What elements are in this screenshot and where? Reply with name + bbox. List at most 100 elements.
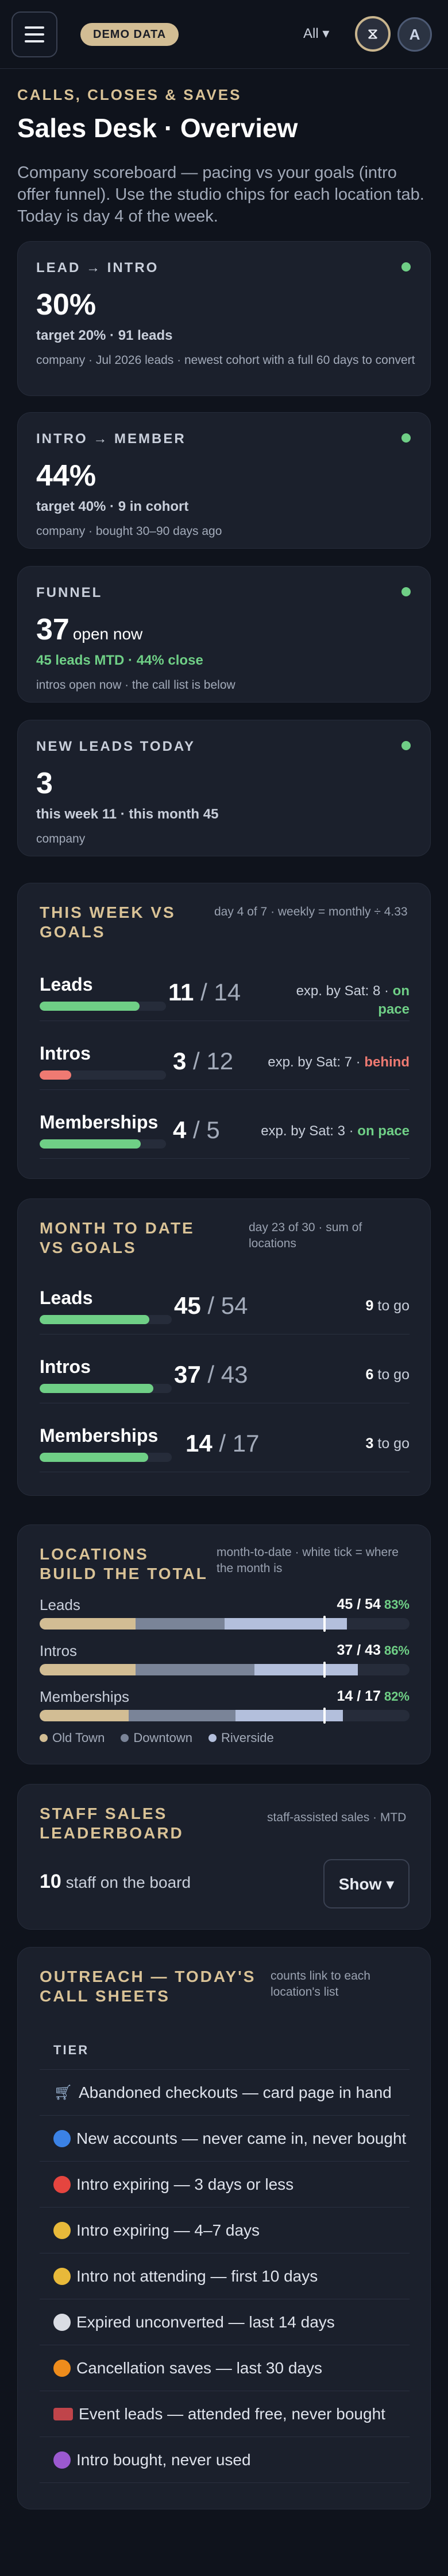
segment-downtown: [128, 1710, 236, 1721]
progress-fill: [40, 1070, 71, 1080]
kpi-target: target 40% · 9 in cohort: [36, 499, 189, 514]
tier-row-event-leads[interactable]: Event leads — attended free, never bough…: [40, 2391, 410, 2437]
section-title: STAFF SALES LEADERBOARD: [40, 1805, 184, 1842]
goal-numbers: 14 / 17: [186, 1430, 260, 1457]
tier-row-cancellation-saves[interactable]: Cancellation saves — last 30 days: [40, 2345, 410, 2391]
kpi-card-funnel: FUNNEL 37 open now 45 leads MTD · 44% clo…: [17, 566, 431, 703]
demo-data-badge: DEMO DATA: [80, 23, 179, 46]
location-filter-dropdown[interactable]: All ▾: [303, 25, 329, 42]
tier-row-intro-expiring-4-7-days[interactable]: Intro expiring — 4–7 days: [40, 2208, 410, 2253]
stacked-bar: [40, 1664, 410, 1675]
progress-bar: [40, 1002, 166, 1011]
kpi-card-lead-intro: LEAD → INTRO 30% target 20% · 91 leads c…: [17, 241, 431, 396]
month-goal-row: Leads 45 / 54 9 to go: [40, 1283, 410, 1334]
avatar[interactable]: A: [397, 17, 432, 52]
location-metric-value: 45 / 54 83%: [337, 1596, 410, 1612]
tier-label: Intro expiring — 3 days or less: [76, 2175, 294, 2193]
kpi-label: NEW LEADS TODAY: [36, 739, 196, 754]
show-leaderboard-button[interactable]: Show ▾: [323, 1859, 410, 1908]
section-title: THIS WEEK VS GOALS: [40, 903, 176, 941]
page-title: Sales Desk · Overview: [17, 113, 298, 143]
kpi-target: this week 11 · this month 45: [36, 806, 219, 822]
blue-circle-icon: [53, 2129, 71, 2147]
progress-bar: [40, 1315, 172, 1324]
kpi-label: FUNNEL: [36, 585, 103, 600]
kpi-label: INTRO → MEMBER: [36, 431, 186, 447]
location-metric-value: 37 / 43 86%: [337, 1642, 410, 1658]
progress-fill: [40, 1384, 153, 1393]
location-metric-name: Memberships: [40, 1688, 130, 1705]
stacked-bar: [40, 1618, 410, 1630]
locations-card: LOCATIONS BUILD THE TOTAL month-to-date …: [17, 1524, 431, 1764]
goal-name: Intros: [40, 1043, 91, 1064]
legend-item-downtown: Downtown: [121, 1731, 192, 1745]
tier-label: Event leads — attended free, never bough…: [79, 2404, 385, 2423]
tier-row-intro-never-used[interactable]: Intro bought, never used: [40, 2437, 410, 2483]
tier-label: Intro bought, never used: [76, 2450, 251, 2469]
section-note: day 23 of 30 · sum of locations: [249, 1221, 362, 1250]
kpi-value: 3: [36, 767, 53, 800]
hamburger-icon: [25, 40, 44, 42]
goal-expected: exp. by Sat: 8 · on pace: [296, 983, 410, 1017]
week-goal-row: Intros 3 / 12 exp. by Sat: 7 · behind: [40, 1038, 410, 1090]
purple-circle-icon: [53, 2451, 71, 2469]
week-goal-row: Memberships 4 / 5 exp. by Sat: 3 · on pa…: [40, 1107, 410, 1159]
tier-label: Expired unconverted — last 14 days: [76, 2313, 335, 2331]
goal-name: Memberships: [40, 1425, 159, 1446]
red-circle-icon: [53, 2175, 71, 2193]
segment-downtown: [136, 1664, 254, 1675]
tier-column-header: TIER: [53, 2043, 90, 2057]
tier-label: Intro expiring — 4–7 days: [76, 2221, 260, 2239]
segment-riverside: [254, 1664, 358, 1675]
kpi-note: intros open now · the call list is below: [36, 678, 235, 692]
tier-row-intro-not-attending[interactable]: Intro not attending — first 10 days: [40, 2253, 410, 2299]
leaderboard-card: STAFF SALES LEADERBOARD staff-assisted s…: [17, 1784, 431, 1930]
section-note: staff-assisted sales · MTD: [267, 1811, 407, 1824]
kpi-value: 44%: [36, 459, 96, 492]
goal-numbers: 45 / 54: [174, 1292, 248, 1319]
progress-fill: [40, 1139, 141, 1149]
legend-item-old-town: Old Town: [40, 1731, 105, 1745]
week-goal-row: Leads 11 / 14 exp. by Sat: 8 · on pace: [40, 969, 410, 1021]
section-note: day 4 of 7 · weekly = monthly ÷ 4.33: [214, 905, 408, 918]
to-go-count: 6 to go: [365, 1367, 410, 1383]
tier-row-intro-expiring-3-days[interactable]: Intro expiring — 3 days or less: [40, 2162, 410, 2208]
section-title: MONTH TO DATE VS GOALS: [40, 1219, 195, 1256]
tier-row-new-accounts[interactable]: New accounts — never came in, never boug…: [40, 2116, 410, 2162]
orange-circle-icon: [53, 2359, 71, 2377]
cart-icon: 🛒︎: [53, 2084, 73, 2101]
goal-name: Intros: [40, 1356, 91, 1377]
progress-fill: [40, 1315, 149, 1324]
page-eyebrow: CALLS, CLOSES & SAVES: [17, 86, 242, 103]
kpi-value: 30%: [36, 288, 96, 321]
tier-label: New accounts — never came in, never boug…: [76, 2129, 407, 2147]
to-go-count: 3 to go: [365, 1436, 410, 1452]
stacked-bar: [40, 1710, 410, 1721]
hourglass-logo-icon[interactable]: ⧖: [355, 16, 391, 52]
kpi-value: 37 open now: [36, 613, 143, 646]
progress-bar: [40, 1139, 166, 1149]
month-goal-row: Memberships 14 / 17 3 to go: [40, 1421, 410, 1472]
menu-button[interactable]: [11, 11, 57, 57]
location-metric-name: Leads: [40, 1596, 80, 1613]
outreach-card: OUTREACH — TODAY'S CALL SHEETS counts li…: [17, 1947, 431, 2509]
legend-dot-icon: [208, 1734, 217, 1742]
yellow-circle-icon: [53, 2267, 71, 2285]
segment-old-town: [40, 1618, 136, 1630]
kpi-value-suffix: open now: [72, 625, 143, 643]
tier-label: Abandoned checkouts — card page in hand: [79, 2083, 392, 2101]
tier-label: Intro not attending — first 10 days: [76, 2267, 318, 2285]
segment-riverside: [225, 1618, 347, 1630]
kpi-note: company · Jul 2026 leads · newest cohort…: [36, 354, 415, 367]
hamburger-icon: [25, 26, 44, 29]
goal-numbers: 3 / 12: [173, 1048, 234, 1074]
goal-expected: exp. by Sat: 7 · behind: [268, 1054, 410, 1070]
ticket-icon: [53, 2407, 73, 2420]
section-note: counts link to each location's list: [271, 1969, 370, 1999]
tier-table: 🛒︎ Abandoned checkouts — card page in han…: [40, 2069, 410, 2483]
progress-bar: [40, 1384, 172, 1393]
tier-row-expired-unconverted[interactable]: Expired unconverted — last 14 days: [40, 2299, 410, 2345]
tier-row-abandoned-checkouts[interactable]: 🛒︎ Abandoned checkouts — card page in han…: [40, 2070, 410, 2116]
to-go-count: 9 to go: [365, 1298, 410, 1314]
segment-downtown: [136, 1618, 225, 1630]
